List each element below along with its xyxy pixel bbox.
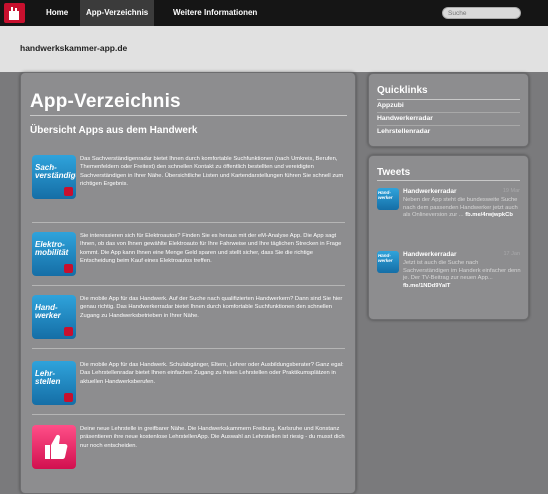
nav-app-verzeichnis[interactable]: App-Verzeichnis	[80, 0, 155, 26]
handwerk-badge-icon	[64, 264, 73, 273]
handwerker-icon[interactable]: Hand- werker	[32, 295, 76, 339]
handwerk-badge-icon	[64, 187, 73, 196]
divider	[32, 285, 345, 286]
tweet-author[interactable]: Handwerkerradar	[403, 251, 456, 258]
tweet-text: Jetzt ist auch die Suche nach Sachverstä…	[403, 260, 521, 289]
quicklinks-title: Quicklinks	[377, 85, 428, 96]
tweets-title: Tweets	[377, 167, 411, 178]
nav-weitere-informationen[interactable]: Weitere Informationen	[167, 0, 263, 26]
search-input[interactable]	[442, 7, 521, 19]
handwerk-badge-icon	[64, 327, 73, 336]
divider	[32, 414, 345, 415]
top-navigation-bar: Home App-Verzeichnis Weitere Information…	[0, 0, 548, 26]
handwerker-avatar-icon[interactable]: Hand- werker	[377, 188, 399, 210]
tweet-author[interactable]: Handwerkerradar	[403, 188, 456, 195]
tweet-time: 19 Mar	[502, 188, 520, 194]
app-description: Deine neue Lehrstelle in greifbarer Nähe…	[80, 426, 345, 449]
quicklink-appzubi[interactable]: Appzubi	[377, 102, 404, 109]
tweet-text: Neben der App steht die bundesweite Such…	[403, 197, 518, 218]
divider	[377, 125, 520, 126]
lehrstellen-icon[interactable]: Lehr- stellen	[32, 361, 76, 405]
app-description: Sie interessieren sich für Elektroautos?…	[80, 233, 342, 264]
divider	[377, 112, 520, 113]
tweet-link[interactable]: fb.me/4rwjwpkCb	[465, 212, 513, 218]
tweet-time: 17 Jan	[503, 251, 520, 257]
quicklink-handwerkerradar[interactable]: Handwerkerradar	[377, 115, 433, 122]
thumbs-up-icon[interactable]	[32, 425, 76, 469]
divider	[377, 99, 520, 100]
divider	[32, 348, 345, 349]
handwerker-avatar-icon[interactable]: Hand- werker	[377, 251, 399, 273]
divider	[377, 180, 520, 181]
elektromobilitaet-icon[interactable]: Elektro- mobilität	[32, 232, 76, 276]
handwerk-badge-icon	[64, 393, 73, 402]
sachverstaendige-icon[interactable]: Sach- verständige	[32, 155, 76, 199]
quicklink-lehrstellenradar[interactable]: Lehrstellenradar	[377, 128, 430, 135]
section-subtitle: Übersicht Apps aus dem Handwerk	[30, 125, 198, 136]
page-title: App-Verzeichnis	[30, 91, 181, 112]
site-domain[interactable]: handwerkskammer-app.de	[20, 43, 127, 53]
nav-home[interactable]: Home	[40, 0, 74, 26]
quicklinks-panel: Quicklinks Appzubi Handwerkerradar Lehrs…	[368, 73, 529, 147]
app-description: Die mobile App für das Handwerk. Auf der…	[80, 296, 343, 319]
divider	[30, 115, 347, 116]
main-content-panel: App-Verzeichnis Übersicht Apps aus dem H…	[20, 72, 356, 494]
app-description: Die mobile App für das Handwerk. Schulab…	[80, 362, 344, 385]
tweet-link[interactable]: fb.me/1NDd9YaIT	[403, 283, 450, 289]
divider	[32, 222, 345, 223]
tweets-panel: Tweets Hand- werker Handwerkerradar 19 M…	[368, 155, 529, 320]
handwerk-logo-icon[interactable]	[4, 3, 25, 23]
app-description: Das Sachverständigenradar bietet Ihnen d…	[80, 156, 344, 187]
